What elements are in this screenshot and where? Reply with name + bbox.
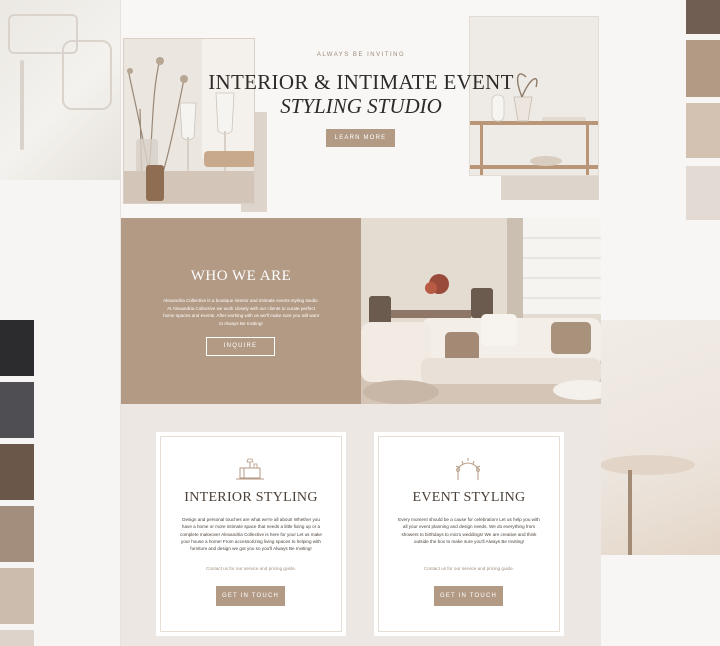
hero-section: ALWAYS BE INVITING INTERIOR & INTIMATE E… (121, 0, 601, 218)
hero-accent-block-right (501, 176, 599, 200)
interior-styling-title: INTERIOR STYLING (184, 490, 318, 505)
furniture-icon (236, 458, 264, 480)
event-pricing-link[interactable]: Contact us for our service and pricing g… (374, 566, 564, 571)
event-styling-title: EVENT STYLING (412, 490, 526, 505)
learn-more-button[interactable]: LEARN MORE (326, 129, 395, 147)
interior-pricing-link[interactable]: Contact us for our service and pricing g… (156, 566, 346, 571)
services-section: INTERIOR STYLING Design and personal tou… (121, 404, 601, 646)
palette-swatch (0, 444, 34, 500)
who-we-are-text: Alexandria Collective is a boutique inte… (163, 298, 319, 326)
who-we-are-section: WHO WE ARE Alexandria Collective is a bo… (121, 218, 601, 404)
event-styling-text: Every moment should be a cause for celeb… (398, 517, 540, 544)
hero-title-line-2: STYLING STUDIO (280, 94, 442, 118)
right-table-top (600, 455, 695, 475)
palette-swatch (0, 382, 34, 438)
interior-styling-card: INTERIOR STYLING Design and personal tou… (156, 432, 346, 636)
right-table-leg (628, 470, 632, 555)
palette-swatch (0, 320, 34, 376)
arch-icon (455, 458, 481, 480)
event-styling-card: EVENT STYLING Every moment should be a c… (374, 432, 564, 636)
palette-swatch (0, 568, 34, 624)
hero-eyebrow: ALWAYS BE INVITING (316, 52, 406, 58)
palette-swatch (686, 0, 720, 34)
glassware-illustration (124, 39, 254, 203)
living-room-photo (361, 218, 601, 404)
interior-styling-text: Design and personal touches are what we'… (180, 517, 322, 552)
living-room-illustration (361, 218, 601, 404)
palette-swatch (0, 506, 34, 562)
who-we-are-title: WHO WE ARE (190, 268, 292, 284)
palette-swatch (0, 630, 34, 646)
hero-photo-glassware (123, 38, 255, 204)
website-mockup: ALWAYS BE INVITING INTERIOR & INTIMATE E… (120, 0, 601, 646)
palette-swatch (686, 40, 720, 97)
hero-title-line-1: INTERIOR & INTIMATE EVENT (208, 70, 514, 94)
palette-swatch (686, 166, 720, 220)
left-chair-photo (0, 0, 120, 180)
who-we-are-panel: WHO WE ARE Alexandria Collective is a bo… (121, 218, 361, 404)
palette-swatch (686, 103, 720, 158)
interior-get-in-touch-button[interactable]: GET IN TOUCH (216, 586, 285, 606)
event-get-in-touch-button[interactable]: GET IN TOUCH (434, 586, 503, 606)
right-table-photo (600, 320, 720, 555)
inquire-button[interactable]: INQUIRE (206, 337, 275, 356)
